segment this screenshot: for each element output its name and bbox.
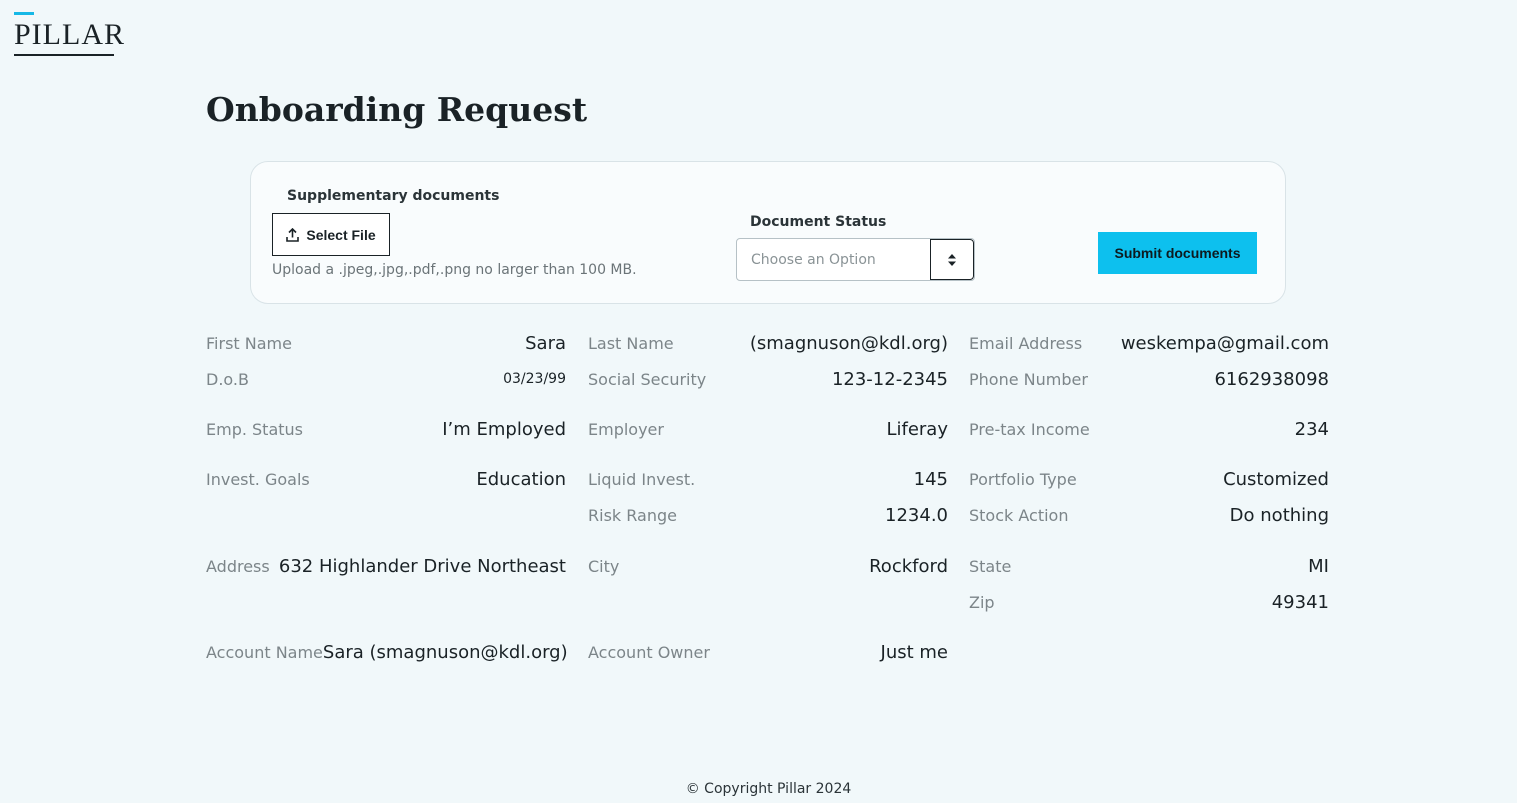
- field-value: Customized: [1223, 468, 1329, 490]
- field-value: Education: [476, 468, 566, 490]
- upload-icon: [286, 227, 300, 242]
- logo-text: PILLAR: [14, 18, 125, 51]
- field-label: Pre-tax Income: [969, 419, 1090, 439]
- field-label: Account Owner: [588, 642, 710, 662]
- field-value: 03/23/99: [503, 371, 566, 387]
- field-label: Portfolio Type: [969, 469, 1077, 489]
- page-title: Onboarding Request: [206, 90, 588, 129]
- document-status-select[interactable]: Choose an Option: [736, 238, 975, 281]
- document-status-placeholder: Choose an Option: [751, 251, 876, 268]
- field-social-security: Social Security 123-12-2345: [588, 367, 948, 391]
- footer-copyright: © Copyright Pillar 2024: [685, 781, 852, 797]
- field-email: Email Address weskempa@gmail.com: [969, 331, 1329, 355]
- field-account-owner: Account Owner Just me: [588, 640, 948, 664]
- field-label: First Name: [206, 333, 292, 353]
- select-arrows-icon[interactable]: [930, 239, 974, 280]
- field-value: Do nothing: [1229, 504, 1329, 526]
- field-label: Account Name: [206, 642, 323, 662]
- field-value: MI: [1308, 555, 1329, 577]
- field-stock-action: Stock Action Do nothing: [969, 503, 1329, 527]
- select-file-label: Select File: [306, 226, 376, 243]
- field-label: D.o.B: [206, 369, 249, 389]
- field-label: Risk Range: [588, 505, 677, 525]
- pillar-logo[interactable]: PILLAR: [14, 12, 124, 56]
- field-portfolio-type: Portfolio Type Customized: [969, 467, 1329, 491]
- document-upload-card: Supplementary documents Select File Uplo…: [250, 161, 1286, 304]
- logo-underline: [14, 54, 114, 56]
- field-zip: Zip 49341: [969, 590, 1329, 614]
- field-value: 234: [1294, 418, 1329, 440]
- field-label: City: [588, 556, 620, 576]
- field-label: Zip: [969, 592, 995, 612]
- field-invest-goals: Invest. Goals Education: [206, 467, 566, 491]
- field-value: 1234.0: [885, 504, 948, 526]
- field-phone: Phone Number 6162938098: [969, 367, 1329, 391]
- field-value: Sara (smagnuson@kdl.org): [322, 641, 568, 663]
- document-status-label: Document Status: [750, 214, 887, 230]
- field-address: Address 632 Highlander Drive Northeast: [206, 554, 566, 578]
- field-label: Last Name: [588, 333, 674, 353]
- field-label: Employer: [588, 419, 664, 439]
- field-value: I’m Employed: [442, 418, 566, 440]
- field-label: Stock Action: [969, 505, 1069, 525]
- field-value: 632 Highlander Drive Northeast: [278, 555, 566, 577]
- field-state: State MI: [969, 554, 1329, 578]
- field-account-name: Account Name Sara (smagnuson@kdl.org): [206, 640, 568, 664]
- field-liquid-invest: Liquid Invest. 145: [588, 467, 948, 491]
- field-value: Sara: [525, 332, 566, 354]
- field-value: Liferay: [886, 418, 948, 440]
- field-emp-status: Emp. Status I’m Employed: [206, 417, 566, 441]
- field-value: 145: [913, 468, 948, 490]
- field-value: (smagnuson@kdl.org): [749, 332, 948, 354]
- supplementary-documents-label: Supplementary documents: [287, 188, 500, 204]
- field-pretax-income: Pre-tax Income 234: [969, 417, 1329, 441]
- submit-documents-button[interactable]: Submit documents: [1098, 232, 1257, 274]
- field-first-name: First Name Sara: [206, 331, 566, 355]
- page: PILLAR Onboarding Request Supplementary …: [0, 0, 1517, 803]
- field-label: Address: [206, 556, 270, 576]
- logo-accent-bar: [14, 12, 34, 15]
- field-city: City Rockford: [588, 554, 948, 578]
- field-label: State: [969, 556, 1012, 576]
- sort-arrows-icon: [948, 253, 956, 266]
- field-employer: Employer Liferay: [588, 417, 948, 441]
- field-label: Phone Number: [969, 369, 1088, 389]
- upload-hint: Upload a .jpeg,.jpg,.pdf,.png no larger …: [272, 262, 637, 278]
- field-value: 6162938098: [1214, 368, 1329, 390]
- field-dob: D.o.B 03/23/99: [206, 367, 566, 391]
- field-value: Rockford: [869, 555, 948, 577]
- field-risk-range: Risk Range 1234.0: [588, 503, 948, 527]
- field-last-name: Last Name (smagnuson@kdl.org): [588, 331, 948, 355]
- field-label: Liquid Invest.: [588, 469, 696, 489]
- field-label: Invest. Goals: [206, 469, 310, 489]
- field-value: weskempa@gmail.com: [1120, 332, 1329, 354]
- select-file-button[interactable]: Select File: [272, 213, 390, 256]
- field-value: Just me: [880, 641, 948, 663]
- field-label: Social Security: [588, 369, 707, 389]
- field-value: 49341: [1271, 591, 1329, 613]
- field-label: Email Address: [969, 333, 1083, 353]
- field-value: 123-12-2345: [831, 368, 948, 390]
- field-label: Emp. Status: [206, 419, 304, 439]
